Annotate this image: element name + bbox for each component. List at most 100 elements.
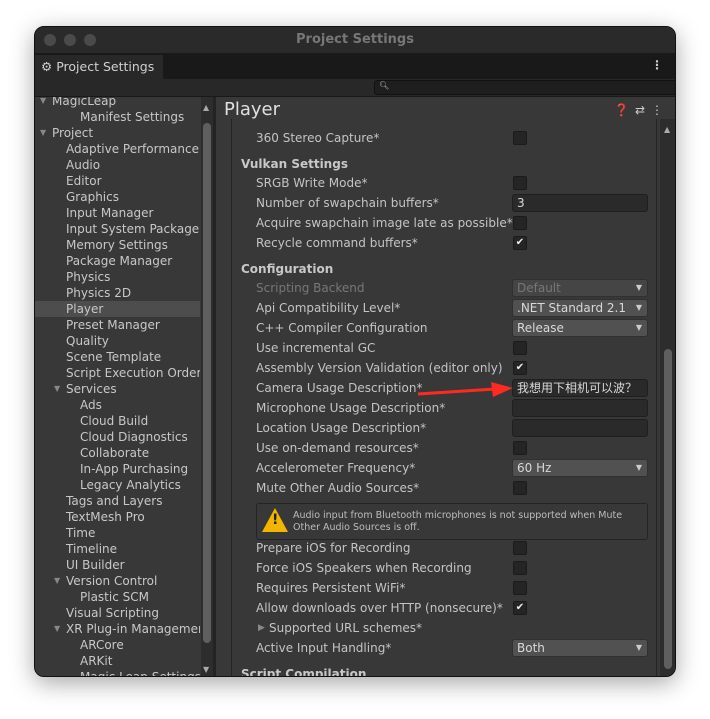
- sidebar-item-label: Version Control: [66, 574, 158, 588]
- sidebar-scrollbar[interactable]: ▲ ▼: [201, 97, 213, 676]
- scroll-up-icon[interactable]: ▲: [203, 103, 209, 112]
- sidebar-item[interactable]: Physics: [35, 269, 200, 285]
- sidebar-item[interactable]: Input Manager: [35, 205, 200, 221]
- checkbox[interactable]: [513, 176, 527, 190]
- text-field[interactable]: [512, 419, 648, 437]
- sidebar-item[interactable]: TextMesh Pro: [35, 509, 200, 525]
- inspector-scrollbar[interactable]: ▲: [660, 119, 675, 676]
- sidebar-scroll-thumb[interactable]: [203, 123, 211, 643]
- setting-label: Prepare iOS for Recording: [256, 541, 411, 555]
- sidebar-item[interactable]: Script Execution Order: [35, 365, 200, 381]
- close-window-button[interactable]: [44, 34, 56, 46]
- sidebar-item[interactable]: Cloud Diagnostics: [35, 429, 200, 445]
- sidebar-item[interactable]: Player: [35, 301, 200, 317]
- sidebar-item-label: Tags and Layers: [66, 494, 163, 508]
- expand-arrow-icon[interactable]: ▼: [54, 381, 60, 397]
- scroll-up-icon[interactable]: ▲: [664, 125, 670, 134]
- text-field[interactable]: 3: [512, 194, 648, 212]
- expand-arrow-icon[interactable]: ▼: [54, 573, 60, 589]
- settings-sidebar: ▼ MagicLeap Manifest Settings ▼ Project Adapt…: [35, 97, 213, 676]
- sidebar-item[interactable]: Timeline: [35, 541, 200, 557]
- sidebar-item[interactable]: ▼ XR Plug-in Management: [35, 621, 200, 637]
- sidebar-item[interactable]: Memory Settings: [35, 237, 200, 253]
- help-icon[interactable]: ❓: [614, 103, 635, 117]
- foldout-arrow-icon[interactable]: ▶: [258, 618, 265, 638]
- checkbox[interactable]: ✔: [513, 361, 527, 375]
- sidebar-item[interactable]: ▼ Services: [35, 381, 200, 397]
- minimize-window-button[interactable]: [64, 34, 76, 46]
- kebab-icon[interactable]: ⋮: [651, 103, 669, 117]
- search-input[interactable]: 🔍︎: [374, 80, 675, 95]
- expand-arrow-icon[interactable]: ▼: [40, 125, 46, 141]
- checkbox[interactable]: [513, 341, 527, 355]
- sidebar-item[interactable]: Adaptive Performance: [35, 141, 200, 157]
- setting-label: SRGB Write Mode*: [256, 176, 368, 190]
- inspector-scroll-thumb[interactable]: [664, 349, 672, 669]
- presets-icon[interactable]: ⇄: [635, 103, 651, 117]
- dropdown[interactable]: Both: [512, 639, 648, 657]
- sidebar-item[interactable]: Preset Manager: [35, 317, 200, 333]
- checkbox[interactable]: [513, 216, 527, 230]
- sidebar-item-label: XR Plug-in Management: [66, 622, 200, 636]
- kebab-icon[interactable]: ⋮: [651, 58, 663, 72]
- setting-label: 360 Stereo Capture*: [256, 131, 380, 145]
- sidebar-item[interactable]: Graphics: [35, 189, 200, 205]
- sidebar-item[interactable]: Collaborate: [35, 445, 200, 461]
- dropdown[interactable]: 60 Hz: [512, 459, 648, 477]
- sidebar-item[interactable]: ▼ MagicLeap: [35, 97, 200, 109]
- title-bar: Project Settings: [35, 27, 675, 53]
- sidebar-item[interactable]: ARCore: [35, 637, 200, 653]
- sidebar-item[interactable]: Editor: [35, 173, 200, 189]
- setting-label: C++ Compiler Configuration: [256, 321, 428, 335]
- sidebar-item-label: Ads: [80, 398, 102, 412]
- setting-row: Allow downloads over HTTP (nonsecure)* ✔: [232, 598, 656, 618]
- sidebar-item[interactable]: Physics 2D: [35, 285, 200, 301]
- sidebar-item[interactable]: Audio: [35, 157, 200, 173]
- checkbox[interactable]: [513, 541, 527, 555]
- sidebar-item[interactable]: Ads: [35, 397, 200, 413]
- sidebar-item[interactable]: Tags and Layers: [35, 493, 200, 509]
- tab-project-settings[interactable]: ⚙ Project Settings: [35, 55, 163, 79]
- sidebar-item[interactable]: UI Builder: [35, 557, 200, 573]
- sidebar-item[interactable]: Manifest Settings: [35, 109, 200, 125]
- dropdown[interactable]: .NET Standard 2.1: [512, 299, 648, 317]
- checkbox[interactable]: [513, 481, 527, 495]
- text-field[interactable]: [512, 399, 648, 417]
- sidebar-item[interactable]: Plastic SCM: [35, 589, 200, 605]
- sidebar-item-label: Graphics: [66, 190, 119, 204]
- sidebar-item[interactable]: Scene Template: [35, 349, 200, 365]
- sidebar-item[interactable]: Package Manager: [35, 253, 200, 269]
- checkbox[interactable]: [513, 441, 527, 455]
- checkbox[interactable]: ✔: [513, 601, 527, 615]
- setting-label[interactable]: Supported URL schemes*: [269, 618, 422, 638]
- setting-row: SRGB Write Mode*: [232, 173, 656, 193]
- text-field[interactable]: 我想用下相机可以波？: [512, 379, 648, 397]
- sidebar-item[interactable]: Time: [35, 525, 200, 541]
- checkbox[interactable]: [513, 581, 527, 595]
- expand-arrow-icon[interactable]: ▼: [54, 621, 60, 637]
- sidebar-item[interactable]: Legacy Analytics: [35, 477, 200, 493]
- dropdown[interactable]: Default: [512, 279, 648, 297]
- sidebar-item-label: Physics: [66, 270, 111, 284]
- warning-helpbox: ! Audio input from Bluetooth microphones …: [256, 503, 648, 540]
- checkbox[interactable]: [513, 561, 527, 575]
- section-header: Vulkan Settings: [232, 154, 656, 174]
- sidebar-item[interactable]: Input System Package: [35, 221, 200, 237]
- checkbox[interactable]: [513, 131, 527, 145]
- sidebar-item[interactable]: Visual Scripting: [35, 605, 200, 621]
- dropdown[interactable]: Release: [512, 319, 648, 337]
- sidebar-item[interactable]: ARKit: [35, 653, 200, 669]
- sidebar-item[interactable]: Quality: [35, 333, 200, 349]
- sidebar-item[interactable]: Cloud Build: [35, 413, 200, 429]
- zoom-window-button[interactable]: [84, 34, 96, 46]
- sidebar-item-label: Package Manager: [66, 254, 173, 268]
- scroll-down-icon[interactable]: ▼: [203, 665, 209, 674]
- expand-arrow-icon[interactable]: ▼: [40, 97, 46, 109]
- checkbox[interactable]: ✔: [513, 236, 527, 250]
- sidebar-item[interactable]: ▼ Project: [35, 125, 200, 141]
- sidebar-item[interactable]: In-App Purchasing: [35, 461, 200, 477]
- sidebar-item[interactable]: Magic Leap Settings: [35, 669, 200, 676]
- sidebar-item-label: Cloud Build: [80, 414, 149, 428]
- sidebar-item[interactable]: ▼ Version Control: [35, 573, 200, 589]
- setting-row: Recycle command buffers* ✔: [232, 233, 656, 253]
